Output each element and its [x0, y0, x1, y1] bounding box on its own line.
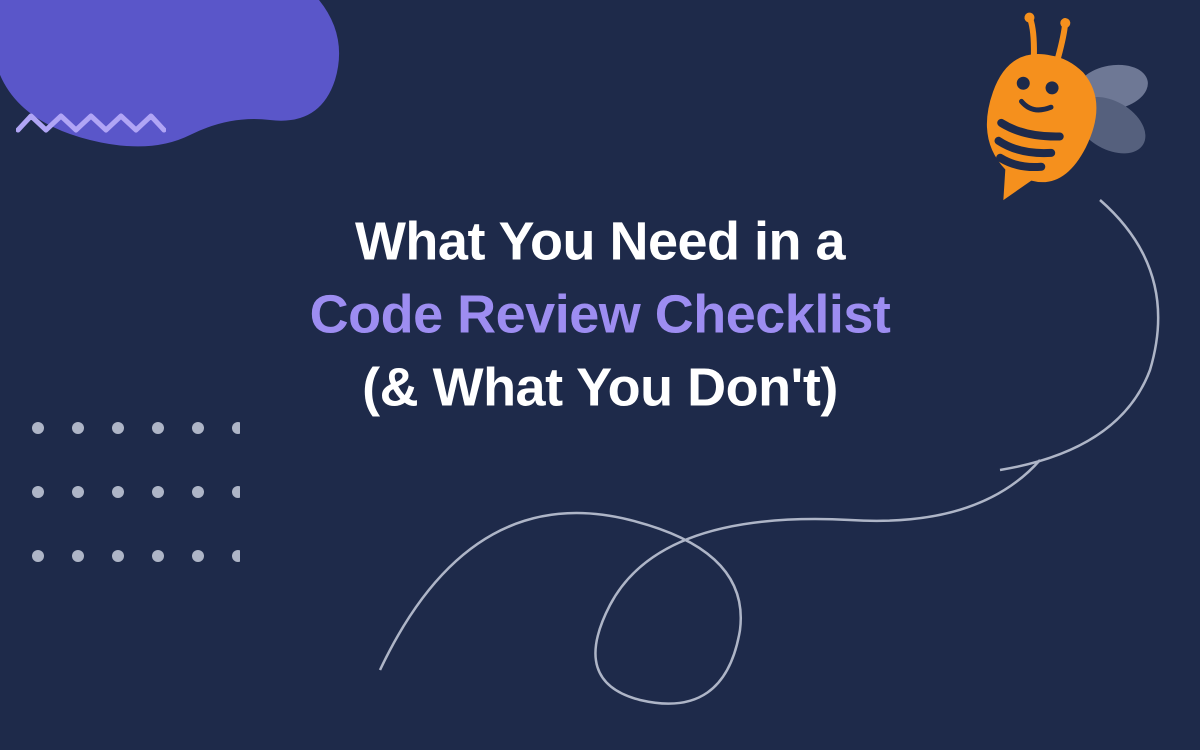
hero-line-3: (& What You Don't) [362, 357, 838, 417]
zigzag-decoration [16, 110, 166, 140]
dot-grid-decoration [30, 420, 240, 570]
blob-decoration [0, 0, 350, 200]
hero-line-1: What You Need in a [355, 212, 845, 272]
hero-line-2-accent: Code Review Checklist [310, 285, 891, 345]
hero-title: What You Need in a Code Review Checklist… [60, 206, 1140, 425]
